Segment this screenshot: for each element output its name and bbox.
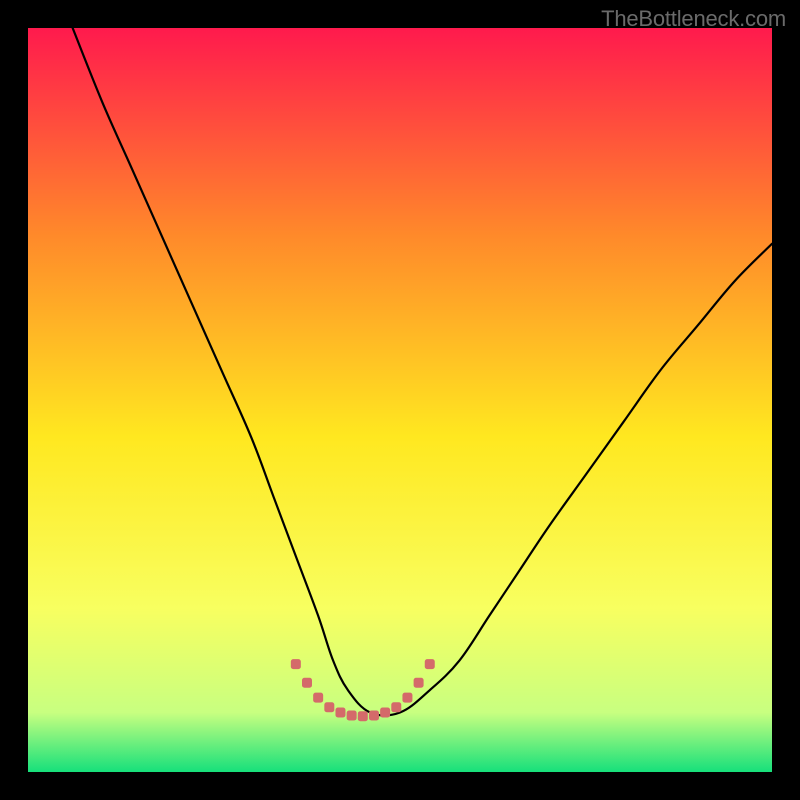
watermark-label: TheBottleneck.com: [601, 6, 786, 32]
plot-area: [28, 28, 772, 772]
optimal-marker: [347, 710, 357, 720]
chart-frame: TheBottleneck.com: [0, 0, 800, 800]
optimal-marker: [358, 711, 368, 721]
optimal-marker: [324, 702, 334, 712]
bottleneck-chart: [28, 28, 772, 772]
optimal-marker: [335, 707, 345, 717]
optimal-marker: [291, 659, 301, 669]
optimal-marker: [402, 693, 412, 703]
optimal-marker: [313, 693, 323, 703]
optimal-marker: [425, 659, 435, 669]
optimal-marker: [302, 678, 312, 688]
optimal-marker: [369, 710, 379, 720]
optimal-marker: [391, 702, 401, 712]
optimal-marker: [380, 707, 390, 717]
optimal-marker: [414, 678, 424, 688]
gradient-background: [28, 28, 772, 772]
